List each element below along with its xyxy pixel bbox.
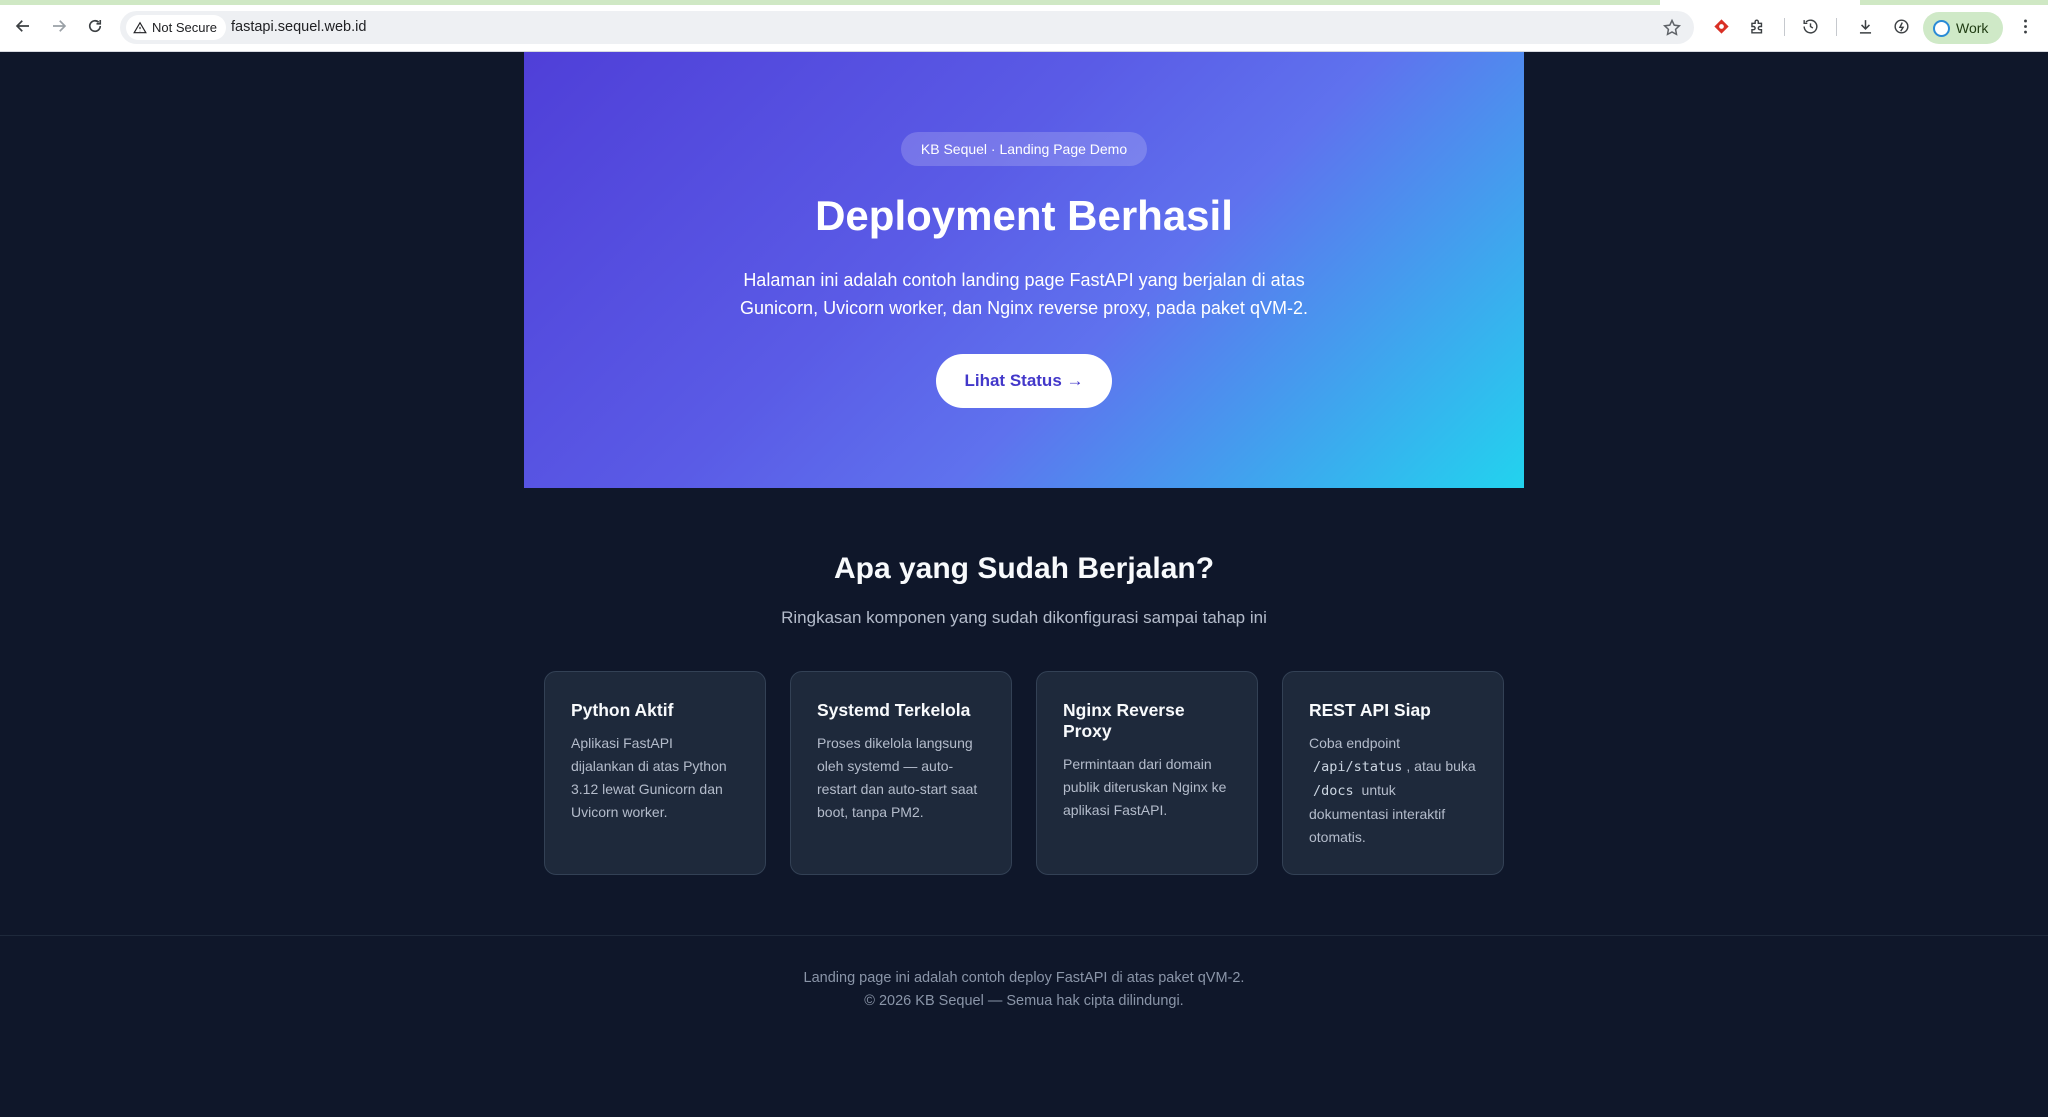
profile-button[interactable]: Work — [1923, 12, 2003, 44]
card-body-text: , atau buka — [1406, 758, 1476, 774]
address-bar[interactable]: Not Secure fastapi.sequel.web.id — [120, 11, 1694, 44]
footer-copyright: © 2026 KB Sequel — Semua hak cipta dilin… — [864, 993, 1184, 1009]
hero-description: Halaman ini adalah contoh landing page F… — [740, 270, 1308, 318]
features-subtitle: Ringkasan komponen yang sudah dikonfigur… — [781, 608, 1267, 627]
hero-title: Deployment Berhasil — [815, 192, 1233, 239]
footer-line-1: Landing page ini adalah contoh deploy Fa… — [803, 970, 1245, 986]
more-menu-icon[interactable] — [2014, 15, 2036, 37]
browser-toolbar: Not Secure fastapi.sequel.web.id Work — [0, 0, 2048, 52]
extensions-puzzle-icon[interactable] — [1746, 15, 1768, 37]
toolbar-divider — [1836, 18, 1837, 36]
profile-label: Work — [1956, 20, 1989, 36]
url-text[interactable]: fastapi.sequel.web.id — [231, 11, 366, 44]
card-body: Proses dikelola langsung oleh systemd — … — [817, 735, 978, 820]
feature-card-python: Python Aktif Aplikasi FastAPI dijalankan… — [544, 671, 766, 875]
loading-bar-right — [1860, 0, 2048, 5]
footer-divider — [0, 935, 2048, 936]
card-title: Python Aktif — [571, 700, 674, 720]
view-status-button[interactable]: Lihat Status → — [936, 354, 1112, 408]
feature-card-nginx: Nginx Reverse Proxy Permintaan dari doma… — [1036, 671, 1258, 875]
forward-icon[interactable] — [46, 13, 72, 39]
card-title: Systemd Terkelola — [817, 700, 971, 720]
back-icon[interactable] — [10, 13, 36, 39]
card-body: Permintaan dari domain publik diteruskan… — [1063, 756, 1227, 818]
history-icon[interactable] — [1799, 15, 1821, 37]
performance-icon[interactable] — [1890, 15, 1912, 37]
download-icon[interactable] — [1854, 15, 1876, 37]
toolbar-divider — [1784, 18, 1785, 36]
reload-icon[interactable] — [82, 13, 108, 39]
loading-bar — [0, 0, 1660, 5]
card-body: Aplikasi FastAPI dijalankan di atas Pyth… — [571, 735, 727, 820]
card-body-text: Coba endpoint — [1309, 735, 1401, 751]
card-title: REST API Siap — [1309, 700, 1431, 720]
profile-avatar-icon — [1933, 19, 1950, 37]
extension-red-icon[interactable] — [1710, 15, 1732, 37]
hero-badge: KB Sequel · Landing Page Demo — [901, 132, 1147, 166]
hero-section: KB Sequel · Landing Page Demo Deployment… — [524, 52, 1524, 488]
bookmark-star-icon[interactable] — [1662, 18, 1682, 38]
feature-card-systemd: Systemd Terkelola Proses dikelola langsu… — [790, 671, 1012, 875]
card-body: Coba endpoint /api/status, atau buka /do… — [1309, 732, 1477, 849]
features-title: Apa yang Sudah Berjalan? — [833, 552, 1215, 585]
warning-icon — [133, 21, 147, 33]
security-chip[interactable]: Not Secure — [126, 15, 227, 40]
endpoint-code: /api/status — [1313, 759, 1403, 775]
security-label: Not Secure — [152, 20, 218, 35]
card-title: Nginx Reverse Proxy — [1063, 700, 1185, 741]
docs-code: /docs — [1313, 783, 1354, 799]
feature-card-rest-api: REST API Siap Coba endpoint /api/status,… — [1282, 671, 1504, 875]
